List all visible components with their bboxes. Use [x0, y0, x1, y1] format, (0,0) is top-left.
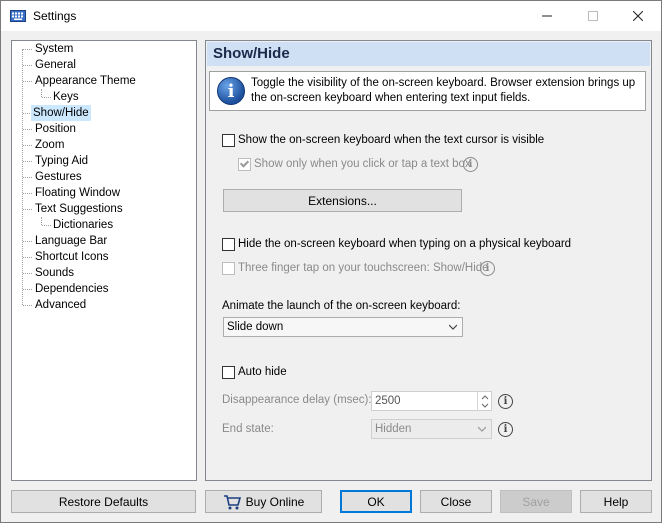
settings-tree[interactable]: System General Appearance Theme Keys Sho… [11, 40, 197, 481]
maximize-button[interactable] [570, 1, 616, 31]
show-on-cursor-label[interactable]: Show the on-screen keyboard when the tex… [238, 134, 544, 146]
tree-branch [23, 129, 32, 130]
tree-item-show-hide[interactable]: Show/Hide [31, 105, 91, 121]
hide-physical-checkbox[interactable] [222, 238, 235, 251]
tree-item-position[interactable]: Position [33, 121, 78, 137]
tree-branch [23, 209, 32, 210]
tree-item-text-suggestions[interactable]: Text Suggestions [33, 201, 125, 217]
three-finger-label[interactable]: Three finger tap on your touchscreen: Sh… [238, 262, 489, 274]
spinner-arrows[interactable] [477, 392, 491, 410]
info-text: Toggle the visibility of the on-screen k… [251, 77, 636, 104]
tree-item-language-bar[interactable]: Language Bar [33, 233, 109, 249]
extensions-button[interactable]: Extensions... [223, 189, 462, 212]
tree-branch [23, 161, 32, 162]
cart-icon [223, 494, 241, 509]
tree-item-dictionaries[interactable]: Dictionaries [51, 217, 115, 233]
close-window-button[interactable] [615, 1, 661, 31]
checkmark-icon [239, 158, 250, 168]
info-icon: i [217, 77, 245, 105]
hide-physical-label[interactable]: Hide the on-screen keyboard when typing … [238, 238, 571, 250]
tree-item-shortcut-icons[interactable]: Shortcut Icons [33, 249, 111, 265]
tree-branch [23, 145, 32, 146]
tree-branch [42, 225, 51, 226]
panel-header: Show/Hide [207, 42, 650, 66]
tree-branch [23, 81, 32, 82]
window-title: Settings [33, 9, 77, 23]
end-state-select[interactable]: Hidden [371, 419, 492, 439]
tree-branch [23, 193, 32, 194]
save-button[interactable]: Save [500, 490, 572, 513]
animate-select-value: Slide down [227, 321, 284, 333]
title-bar[interactable]: Settings [1, 1, 661, 31]
three-finger-checkbox[interactable] [222, 262, 235, 275]
tree-connector [41, 89, 42, 97]
tree-connector [41, 217, 42, 225]
tree-branch [23, 49, 32, 50]
show-on-cursor-checkbox[interactable] [222, 134, 235, 147]
chevron-down-icon [478, 426, 486, 432]
tree-item-dependencies[interactable]: Dependencies [33, 281, 111, 297]
maximize-icon [588, 11, 598, 21]
info-help-icon[interactable]: i [463, 157, 478, 172]
show-only-click-label[interactable]: Show only when you click or tap a text b… [254, 158, 471, 170]
tree-item-gestures[interactable]: Gestures [33, 169, 84, 185]
tree-item-zoom[interactable]: Zoom [33, 137, 66, 153]
auto-hide-label[interactable]: Auto hide [238, 366, 287, 378]
settings-panel: Show/Hide i Toggle the visibility of the… [205, 40, 652, 481]
end-state-label: End state: [222, 423, 274, 435]
settings-window: Settings System General Appearance Theme… [0, 0, 662, 523]
tree-item-sounds[interactable]: Sounds [33, 265, 76, 281]
buy-online-label: Buy Online [245, 494, 305, 509]
tree-item-floating-window[interactable]: Floating Window [33, 185, 122, 201]
auto-hide-checkbox[interactable] [222, 366, 235, 379]
minimize-icon [542, 15, 552, 17]
tree-branch [42, 97, 51, 98]
close-icon [633, 11, 643, 21]
help-button[interactable]: Help [580, 490, 652, 513]
show-only-click-checkbox[interactable] [238, 158, 251, 171]
chevron-down-icon [449, 324, 457, 330]
minimize-button[interactable] [524, 1, 570, 31]
tree-item-keys[interactable]: Keys [51, 89, 81, 105]
delay-label: Disappearance delay (msec): [222, 394, 372, 406]
animate-select[interactable]: Slide down [223, 317, 463, 337]
tree-item-system[interactable]: System [33, 41, 75, 57]
tree-branch [23, 257, 32, 258]
panel-title: Show/Hide [213, 45, 290, 62]
tree-item-general[interactable]: General [33, 57, 78, 73]
delay-value: 2500 [375, 395, 401, 407]
ok-button[interactable]: OK [340, 490, 412, 513]
tree-branch [23, 305, 32, 306]
buy-online-button[interactable]: Buy Online [205, 490, 322, 513]
close-button[interactable]: Close [420, 490, 492, 513]
info-help-icon[interactable]: i [498, 422, 513, 437]
tree-item-typing-aid[interactable]: Typing Aid [33, 153, 90, 169]
end-state-value: Hidden [375, 423, 412, 435]
restore-defaults-button[interactable]: Restore Defaults [11, 490, 196, 513]
info-help-icon[interactable]: i [498, 394, 513, 409]
tree-branch [23, 241, 32, 242]
delay-spinner[interactable]: 2500 [371, 391, 492, 411]
tree-branch [23, 65, 32, 66]
tree-branch [23, 177, 32, 178]
tree-item-advanced[interactable]: Advanced [33, 297, 88, 313]
spinner-down-icon [481, 403, 489, 408]
animate-label: Animate the launch of the on-screen keyb… [222, 300, 461, 312]
tree-item-appearance-theme[interactable]: Appearance Theme [33, 73, 138, 89]
tree-branch [23, 273, 32, 274]
info-box: i Toggle the visibility of the on-screen… [209, 71, 646, 111]
keyboard-app-icon [10, 10, 26, 22]
info-help-icon[interactable]: i [480, 261, 495, 276]
tree-branch [23, 289, 32, 290]
